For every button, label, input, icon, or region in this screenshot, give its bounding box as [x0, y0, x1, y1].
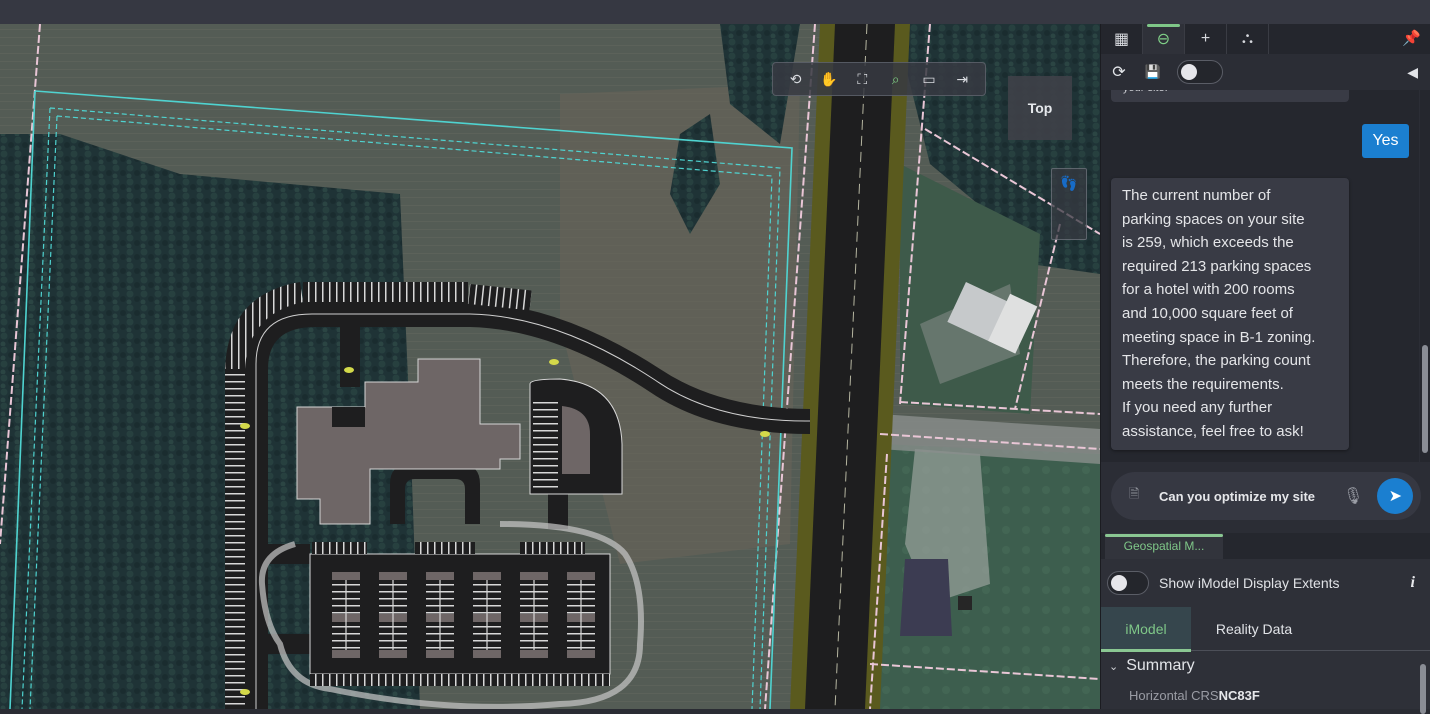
message-line: required 213 parking spaces: [1122, 257, 1312, 275]
message-line: meeting space in B-1 zoning.: [1122, 328, 1316, 346]
parking-island: [567, 650, 595, 658]
shed: [958, 596, 972, 610]
scrollbar-thumb[interactable]: [1420, 664, 1426, 714]
panel-tabs: ▦ ⊖ + ⛬ 📌: [1101, 24, 1430, 54]
chat-input[interactable]: [1159, 488, 1329, 504]
message-line: is 259, which exceeds the: [1122, 234, 1294, 252]
geospatial-tabbar: Geospatial M...: [1101, 533, 1430, 559]
message-line: assistance, feel free to ask!: [1122, 422, 1304, 440]
pan-hand-button[interactable]: ✋: [818, 68, 840, 90]
message-line: Therefore, the parking count: [1122, 352, 1311, 370]
user-message-yes: Yes: [1362, 124, 1409, 158]
parking-island: [379, 650, 407, 658]
send-button[interactable]: ➤: [1377, 478, 1414, 514]
toggle-knob: [1181, 64, 1197, 80]
save-icon[interactable]: 💾: [1143, 64, 1163, 80]
view-navigation-toolbar: ⟲ ✋ ⛶ ⌕ ▭ ⇥: [772, 62, 986, 96]
tab-add[interactable]: +: [1185, 24, 1227, 54]
message-line: parking spaces on your site: [1122, 210, 1305, 228]
parking-stalls-west: [225, 364, 245, 709]
geospatial-section: Geospatial M... Show iModel Display Exte…: [1101, 533, 1430, 714]
drop-off: [332, 407, 365, 427]
parking-island: [379, 572, 407, 580]
message-line: The current number of: [1122, 187, 1271, 204]
fit-view-icon: ⛶: [857, 70, 868, 87]
zoom-window-button[interactable]: ⌕: [885, 68, 907, 90]
parking-island: [520, 572, 548, 580]
parking-island: [473, 650, 501, 658]
attach-file-icon[interactable]: 🗎: [1129, 485, 1149, 507]
tab-imodel[interactable]: iModel: [1101, 607, 1191, 652]
chat-messages: your site. Yes The current number of park…: [1101, 90, 1419, 462]
fit-view-button[interactable]: ⛶: [851, 68, 873, 90]
parking-island: [426, 572, 454, 580]
plus-icon: +: [1200, 30, 1211, 47]
collapse-toolbar-button[interactable]: ⇥: [951, 68, 973, 90]
display-extents-label: Show iModel Display Extents: [1159, 575, 1340, 591]
neighbor-house: [900, 559, 952, 636]
collapse-toolbar-icon: ⇥: [956, 70, 969, 87]
summary-label: Summary: [1126, 657, 1195, 674]
message-line: meets the requirements.: [1122, 375, 1284, 393]
hierarchy-icon: ⛬: [1241, 30, 1254, 47]
rotate-view-icon: ⟲: [789, 70, 802, 87]
geospatial-scrollbar[interactable]: [1419, 658, 1427, 714]
message-line: If you need any further: [1122, 399, 1273, 417]
tab-hierarchy[interactable]: ⛬: [1227, 24, 1269, 54]
site-plan-map[interactable]: [0, 24, 1100, 709]
horizontal-crs-row: Horizontal CRSNC83F: [1129, 688, 1260, 703]
footprints-icon: 👣: [1060, 175, 1078, 191]
chat-icon: ⊖: [1156, 31, 1171, 48]
toggle-knob: [1111, 575, 1127, 591]
message-line: and 10,000 square feet of: [1122, 304, 1293, 322]
tab-chat[interactable]: ⊖: [1143, 24, 1185, 54]
window-area-button[interactable]: ▭: [918, 68, 940, 90]
previous-message: your site.: [1111, 90, 1349, 102]
speaker-icon[interactable]: ◀: [1407, 64, 1418, 81]
zoom-window-icon: ⌕: [891, 70, 900, 87]
parking-island: [473, 572, 501, 580]
chat-controls: ⟳ 💾: [1101, 54, 1430, 90]
parking-island: [332, 572, 360, 580]
chevron-down-icon: ⌄: [1109, 660, 1119, 673]
crs-label: Horizontal CRS: [1129, 688, 1219, 703]
display-extents-row: Show iModel Display Extents i: [1101, 569, 1430, 597]
parking-island: [426, 650, 454, 658]
assistant-message: The current number of parking spaces on y…: [1111, 178, 1349, 450]
tab-reality-data[interactable]: Reality Data: [1191, 607, 1317, 651]
chat-mode-toggle[interactable]: [1177, 60, 1223, 84]
view-cube-top[interactable]: Top: [1008, 76, 1072, 140]
chat-input-bar: 🗎 🎙 ➤: [1111, 472, 1421, 520]
send-icon: ➤: [1388, 488, 1403, 505]
tab-geospatial[interactable]: Geospatial M...: [1105, 533, 1223, 559]
walk-tool-widget[interactable]: 👣: [1051, 168, 1087, 240]
map-viewport[interactable]: ⟲ ✋ ⛶ ⌕ ▭ ⇥ Top 👣: [0, 24, 1100, 709]
display-extents-toggle[interactable]: [1107, 571, 1149, 595]
documents-icon: ▦: [1113, 31, 1130, 48]
refresh-icon[interactable]: ⟳: [1109, 62, 1129, 82]
rotate-view-button[interactable]: ⟲: [785, 68, 807, 90]
chat-scrollbar[interactable]: [1420, 90, 1430, 462]
pan-hand-icon: ✋: [820, 70, 838, 87]
geospatial-subtabs: iModel Reality Data: [1101, 607, 1430, 652]
right-panel: ▦ ⊖ + ⛬ 📌 ⟳ 💾 ◀ your site. Yes The curre…: [1100, 24, 1430, 714]
parking-island: [520, 650, 548, 658]
scrollbar-thumb[interactable]: [1422, 345, 1428, 453]
tab-documents[interactable]: ▦: [1101, 24, 1143, 54]
parking-stalls-north-1: [303, 282, 468, 302]
message-line: for a hotel with 200 rooms: [1122, 281, 1295, 299]
summary-header[interactable]: ⌄ Summary: [1109, 657, 1195, 675]
parking-island: [332, 650, 360, 658]
window-area-icon: ▭: [922, 70, 936, 87]
top-bar: [0, 0, 1430, 24]
microphone-icon[interactable]: 🎙: [1343, 486, 1363, 506]
parking-island: [567, 572, 595, 580]
crs-value: NC83F: [1218, 688, 1260, 703]
info-icon[interactable]: i: [1411, 574, 1415, 592]
pin-icon[interactable]: 📌: [1402, 29, 1421, 47]
east-lot-stalls: [533, 399, 558, 491]
